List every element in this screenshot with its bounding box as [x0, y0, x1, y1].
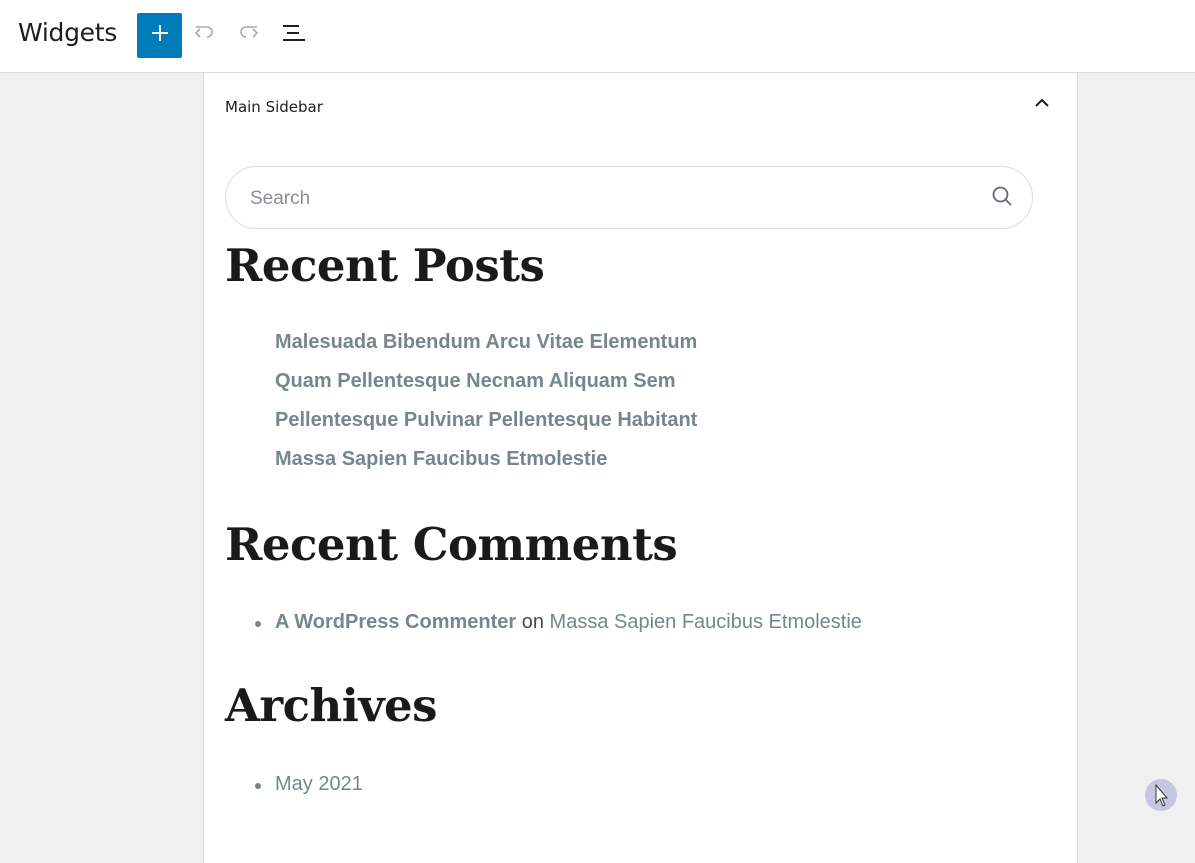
search-icon [991, 185, 1013, 212]
list-view-button[interactable] [281, 22, 307, 48]
collapse-widget-area-button[interactable] [1030, 95, 1054, 115]
chevron-up-icon [1033, 96, 1051, 114]
recent-post-link[interactable]: Massa Sapien Faucibus Etmolestie [275, 448, 607, 470]
recent-post-link[interactable]: Quam Pellentesque Necnam Aliquam Sem [275, 370, 676, 392]
comment-post-link[interactable]: Massa Sapien Faucibus Etmolestie [550, 611, 862, 633]
recent-posts-heading: Recent Posts [225, 239, 545, 292]
comment-author-link[interactable]: A WordPress Commenter [275, 611, 516, 633]
add-block-button[interactable] [137, 13, 182, 58]
plus-icon [150, 23, 170, 48]
archives-heading: Archives [225, 679, 437, 732]
search-button[interactable] [990, 186, 1014, 210]
recent-post-link[interactable]: Malesuada Bibendum Arcu Vitae Elementum [275, 331, 697, 353]
undo-icon [192, 21, 216, 50]
page-title: Widgets [18, 18, 117, 47]
search-input[interactable] [248, 181, 952, 217]
mouse-cursor-indicator [1145, 779, 1177, 811]
recent-posts-list: Malesuada Bibendum Arcu Vitae Elementum … [275, 331, 697, 487]
widget-area-title: Main Sidebar [225, 98, 323, 116]
widget-area-panel: Main Sidebar Recent Posts Malesuada Bibe… [203, 73, 1078, 863]
undo-button[interactable] [191, 22, 217, 48]
redo-button[interactable] [236, 22, 262, 48]
list-item: Quam Pellentesque Necnam Aliquam Sem [275, 370, 697, 409]
list-item: A WordPress Commenter on Massa Sapien Fa… [255, 611, 862, 634]
recent-comments-list: A WordPress Commenter on Massa Sapien Fa… [255, 611, 862, 634]
archives-list: May 2021 [255, 773, 363, 796]
archive-link[interactable]: May 2021 [275, 773, 363, 795]
list-item: Malesuada Bibendum Arcu Vitae Elementum [275, 331, 697, 370]
recent-comments-heading: Recent Comments [225, 518, 678, 571]
list-item: Pellentesque Pulvinar Pellentesque Habit… [275, 409, 697, 448]
list-view-icon [281, 20, 307, 51]
recent-post-link[interactable]: Pellentesque Pulvinar Pellentesque Habit… [275, 409, 697, 431]
redo-icon [237, 21, 261, 50]
comment-connector-text: on [521, 611, 544, 633]
list-item: Massa Sapien Faucibus Etmolestie [275, 448, 697, 487]
list-item: May 2021 [255, 773, 363, 796]
editor-header: Widgets [0, 0, 1195, 73]
search-widget [225, 166, 1033, 229]
